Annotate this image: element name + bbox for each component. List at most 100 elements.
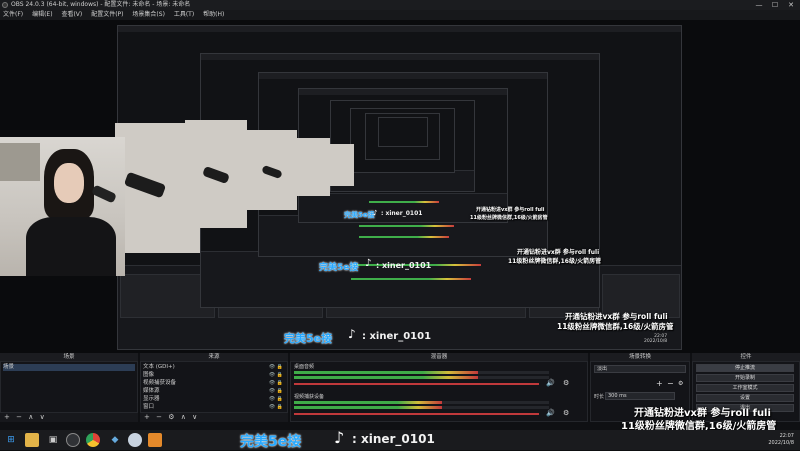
menu-help[interactable]: 帮助(H) (203, 10, 224, 20)
transitions-header: 场景转换 (590, 353, 690, 361)
transition-select[interactable]: 淡出 (594, 365, 686, 373)
scenes-header: 场景 (0, 353, 138, 361)
window-title: OBS 24.0.3 (64-bit, windows) - 配置文件: 未命名… (11, 1, 191, 8)
obs-taskbar-icon[interactable] (66, 433, 80, 447)
visibility-lock-icons[interactable]: 👁 🔒 (269, 364, 283, 371)
source-item[interactable]: 显示器 👁 🔒 (143, 396, 285, 403)
volume-slider[interactable] (294, 413, 539, 415)
source-label: 显示器 (143, 396, 160, 402)
source-item[interactable]: 媒体源 👁 🔒 (143, 388, 285, 395)
nested-tiktok-handle: : xiner_0101 (376, 261, 432, 270)
chrome-icon[interactable] (86, 433, 100, 447)
nested-obs-window-8 (378, 117, 428, 147)
add-source-button[interactable]: + (144, 413, 150, 421)
move-source-down-button[interactable]: ∨ (192, 413, 197, 421)
nested-brand-text: 完美5e接 (319, 263, 359, 273)
mic-image (202, 165, 230, 185)
menu-profile[interactable]: 配置文件(P) (91, 10, 123, 20)
clock-date: 2022/10/8 (768, 440, 794, 446)
nested-tiktok-icon: ♪ (373, 209, 378, 217)
studio-mode-button[interactable]: 工作室模式 (696, 384, 794, 392)
speaker-icon[interactable]: 🔊 (546, 379, 555, 387)
move-scene-up-button[interactable]: ∧ (28, 413, 33, 421)
app-icon[interactable]: ▣ (46, 433, 60, 447)
speaker-icon[interactable]: 🔊 (546, 409, 555, 417)
start-recording-button[interactable]: 开始录制 (696, 374, 794, 382)
menu-tools[interactable]: 工具(T) (174, 10, 194, 20)
streamer-face (54, 163, 84, 203)
webcam-copy (185, 120, 247, 228)
nested-titlebar (259, 73, 547, 79)
tiktok-handle: : xiner_0101 (352, 432, 435, 446)
menu-file[interactable]: 文件(F) (3, 10, 23, 20)
webcam-copy (247, 130, 297, 210)
mixer-settings-icon[interactable]: ⚙ (563, 379, 569, 387)
windows-start-icon[interactable]: ⊞ (4, 433, 18, 447)
mixer-settings-icon[interactable]: ⚙ (563, 409, 569, 417)
nested-promo-line2: 11级粉丝牌微信群,16级/火箭房管 (557, 322, 674, 331)
menu-edit[interactable]: 编辑(E) (32, 10, 52, 20)
mixer-meter-track (294, 406, 549, 409)
mic-image (261, 164, 283, 180)
nested-clock-date: 2022/10/8 (644, 339, 668, 344)
menu-view[interactable]: 查看(V) (61, 10, 82, 20)
visibility-lock-icons[interactable]: 👁 🔒 (269, 396, 283, 403)
mixer-meter-fill (294, 371, 478, 374)
webcam-shelf (0, 143, 40, 181)
source-item[interactable]: 图像 👁 🔒 (143, 372, 285, 379)
streamer-body (26, 217, 116, 276)
visibility-lock-icons[interactable]: 👁 🔒 (269, 380, 283, 387)
nested-meter (359, 236, 449, 238)
nested-tiktok-handle: : xiner_0101 (381, 210, 423, 217)
tiktok-icon: ♪ (334, 428, 345, 447)
nested-brand-text: 完美5e接 (344, 211, 375, 219)
nested-meter (359, 225, 454, 227)
visibility-lock-icons[interactable]: 👁 🔒 (269, 404, 283, 411)
close-button[interactable]: ✕ (784, 0, 798, 10)
webcam-copy (292, 138, 330, 196)
sources-list[interactable]: 文本 (GDI+) 👁 🔒 图像 👁 🔒 视频捕获设备 👁 🔒 媒体源 👁 🔒 … (140, 361, 288, 413)
remove-transition-button[interactable]: − (667, 379, 674, 388)
nested-meter (351, 278, 471, 280)
nested-promo-line2: 11级粉丝牌微信群,16级/火箭房管 (470, 215, 548, 221)
app-icon[interactable]: ◆ (108, 433, 122, 447)
minimize-button[interactable]: — (752, 0, 766, 10)
add-scene-button[interactable]: + (4, 413, 10, 421)
remove-scene-button[interactable]: − (16, 413, 22, 421)
transition-settings-icon[interactable]: ⚙ (678, 380, 683, 387)
source-label: 文本 (GDI+) (143, 364, 175, 370)
nested-promo-line1: 开通钻粉进vx群 参与roll fuli (476, 207, 545, 213)
source-settings-icon[interactable]: ⚙ (168, 413, 174, 421)
stop-streaming-button[interactable]: 停止推流 (696, 364, 794, 372)
duration-input[interactable]: 300 ms (605, 392, 675, 400)
audio-mixer: 桌面音频 🔊 ⚙ 视频捕获设备 🔊 ⚙ (290, 361, 588, 422)
maximize-button[interactable]: ☐ (768, 0, 782, 10)
source-item[interactable]: 视频捕获设备 👁 🔒 (143, 380, 285, 387)
preview-canvas[interactable]: 完美5e接 ♪ : xiner_0101 开通钻粉进vx群 参与roll ful… (0, 20, 800, 353)
file-explorer-icon[interactable] (25, 433, 39, 447)
app-icon[interactable] (148, 433, 162, 447)
source-item[interactable]: 文本 (GDI+) 👁 🔒 (143, 364, 285, 371)
taskbar-clock[interactable]: 22:07 2022/10/8 (768, 433, 794, 447)
move-scene-down-button[interactable]: ∨ (40, 413, 45, 421)
remove-source-button[interactable]: − (156, 413, 162, 421)
source-item[interactable]: 窗口 👁 🔒 (143, 404, 285, 411)
mixer-meter-fill (294, 376, 478, 379)
obs-logo-icon (2, 2, 8, 8)
visibility-lock-icons[interactable]: 👁 🔒 (269, 388, 283, 395)
nested-titlebar (118, 26, 681, 32)
volume-slider[interactable] (294, 383, 539, 385)
scenes-list[interactable]: 场景 (0, 361, 138, 413)
add-transition-button[interactable]: + (656, 379, 663, 388)
scene-item[interactable]: 场景 (3, 364, 135, 371)
nested-tiktok-handle: : xiner_0101 (362, 331, 432, 342)
menu-bar: 文件(F) 编辑(E) 查看(V) 配置文件(P) 场景集合(S) 工具(T) … (0, 10, 800, 20)
clock-time: 22:07 (779, 433, 794, 439)
app-icon[interactable] (128, 433, 142, 447)
menu-scene-collection[interactable]: 场景集合(S) (132, 10, 165, 20)
visibility-lock-icons[interactable]: 👁 🔒 (269, 372, 283, 379)
settings-button[interactable]: 设置 (696, 394, 794, 402)
mixer-meter-fill (294, 401, 442, 404)
source-label: 视频捕获设备 (143, 380, 177, 386)
move-source-up-button[interactable]: ∧ (181, 413, 186, 421)
